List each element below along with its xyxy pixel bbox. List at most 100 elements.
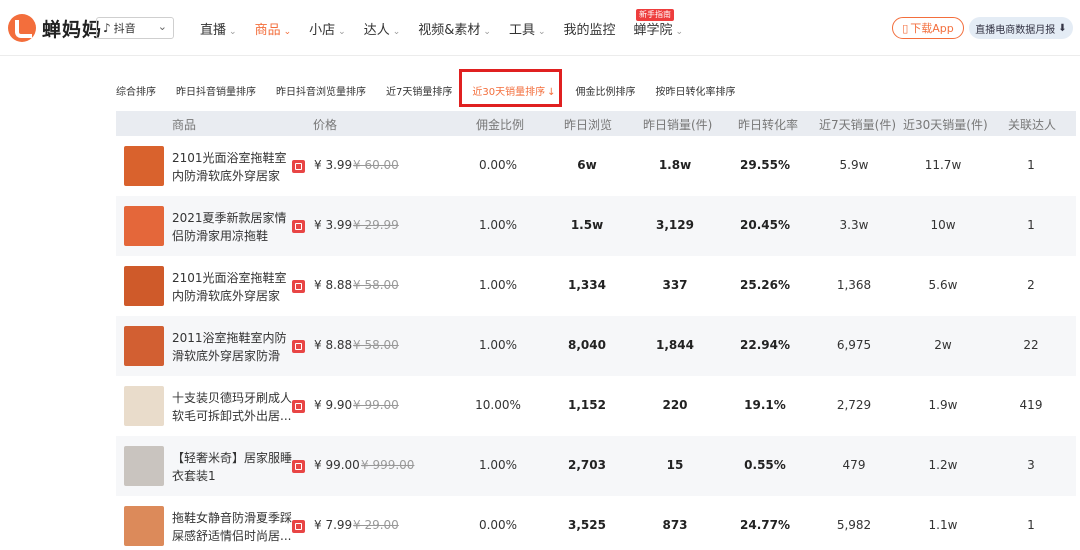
cell-sales: 1,844 (656, 338, 694, 352)
sort-tabs: 综合排序 昨日抖音销量排序 昨日抖音浏览量排序 近7天销量排序 近30天销量排序 ↓ 佣金比… (116, 72, 756, 108)
original-price: ¥ 999.00 (361, 458, 415, 472)
original-price: ¥ 99.00 (353, 398, 399, 412)
sort-tab-5[interactable]: 佣金比例排序 (576, 83, 636, 98)
nav-item-1[interactable]: 商品 ⌄ (255, 19, 292, 38)
product-thumbnail[interactable] (124, 506, 164, 546)
cell-sales-30d: 10w (930, 218, 956, 232)
nav-item-7[interactable]: 蝉学院 ⌄ (634, 19, 684, 38)
platform-select[interactable]: ♪ 抖音 ⌄ (96, 17, 174, 39)
cell-sales-7d: 3.3w (839, 218, 869, 232)
logo-text: 蝉妈妈 (42, 18, 103, 41)
new-user-badge: 新手指南 (636, 9, 674, 21)
column-header-6[interactable]: 近7天销量(件) (819, 116, 896, 133)
product-name-link[interactable]: 2101光面浴室拖鞋室内防滑软底外穿居家防... (172, 149, 292, 187)
product-thumbnail[interactable] (124, 266, 164, 306)
phone-icon: ▯ (902, 21, 909, 35)
nav-item-0[interactable]: 直播 ⌄ (200, 19, 237, 38)
shop-bag-icon[interactable] (292, 520, 305, 533)
nav-item-label: 蝉学院 (633, 22, 673, 38)
product-thumbnail[interactable] (124, 206, 164, 246)
column-header-4[interactable]: 昨日销量(件) (643, 116, 712, 133)
shop-bag-icon[interactable] (292, 280, 305, 293)
product-name-link[interactable]: 2021夏季新款居家情侣防滑家用凉拖鞋【03... (172, 209, 292, 247)
sort-tab-label: 综合排序 (116, 86, 156, 98)
nav-item-label: 视频&素材 (418, 22, 481, 38)
monthly-report-button[interactable]: 直播电商数据月报 ⬇ (969, 17, 1073, 39)
shop-bag-icon[interactable] (292, 220, 305, 233)
nav-item-label: 直播 (200, 22, 227, 38)
product-name-link[interactable]: 拖鞋女静音防滑夏季踩屎感舒适情侣时尚居... (172, 509, 292, 547)
cell-views: 6w (577, 158, 597, 172)
current-price: ¥ 3.99 (314, 218, 353, 232)
cell-sales-30d: 1.2w (928, 458, 958, 472)
current-price: ¥ 8.88 (314, 338, 353, 352)
sort-tab-3[interactable]: 近7天销量排序 (386, 83, 452, 98)
product-name-link[interactable]: 2101光面浴室拖鞋室内防滑软底外穿居家防... (172, 269, 292, 307)
logo[interactable]: 蝉妈妈 (8, 12, 102, 44)
cell-commission: 0.00% (478, 518, 518, 532)
column-header-7[interactable]: 近30天销量(件) (903, 116, 988, 133)
cell-commission: 0.00% (478, 158, 518, 172)
cell-views: 8,040 (568, 338, 606, 352)
column-header-2[interactable]: 佣金比例 (476, 116, 524, 133)
cell-conversion: 20.45% (740, 218, 790, 232)
nav-item-3[interactable]: 达人 ⌄ (364, 19, 401, 38)
table-row[interactable]: 2101光面浴室拖鞋室内防滑软底外穿居家防... ¥ 3.99¥ 60.00 0.0… (116, 136, 1076, 196)
download-app-label: 下载App (910, 22, 954, 35)
product-thumbnail[interactable] (124, 446, 164, 486)
nav-item-2[interactable]: 小店 ⌄ (309, 19, 346, 38)
product-name-link[interactable]: 十支装贝德玛牙刷成人软毛可拆卸式外出居... (172, 389, 292, 427)
column-header-0: 商品 (172, 118, 197, 132)
nav-item-5[interactable]: 工具 ⌄ (509, 19, 546, 38)
cell-kols: 2 (1027, 278, 1035, 292)
cell-conversion: 19.1% (744, 398, 786, 412)
column-header-3[interactable]: 昨日浏览 (564, 116, 612, 133)
cell-sales: 220 (662, 398, 688, 412)
cell-commission: 1.00% (478, 338, 518, 352)
cell-views: 1,152 (568, 398, 606, 412)
cell-sales: 15 (666, 458, 684, 472)
shop-bag-icon[interactable] (292, 460, 305, 473)
table-row[interactable]: 2101光面浴室拖鞋室内防滑软底外穿居家防... ¥ 8.88¥ 58.00 1.0… (116, 256, 1076, 316)
chevron-down-icon: ⌄ (157, 20, 167, 33)
sort-tab-1[interactable]: 昨日抖音销量排序 (176, 83, 256, 98)
table-row[interactable]: 十支装贝德玛牙刷成人软毛可拆卸式外出居... ¥ 9.90 ¥ 99.00 10.00… (116, 376, 1076, 436)
original-price: ¥ 29.00 (353, 518, 399, 532)
nav-item-label: 商品 (254, 22, 281, 38)
cell-kols: 1 (1027, 158, 1035, 172)
tiktok-icon: ♪ (103, 21, 111, 35)
platform-label: 抖音 (113, 22, 136, 35)
sort-tab-6[interactable]: 按昨日转化率排序 (656, 83, 736, 98)
shop-bag-icon[interactable] (292, 160, 305, 173)
product-thumbnail[interactable] (124, 326, 164, 366)
logo-icon (8, 14, 36, 42)
sort-tab-label: 按昨日转化率排序 (655, 86, 736, 98)
table-row[interactable]: 2011浴室拖鞋室内防滑软底外穿居家防滑防... ¥ 8.88¥ 58.00 1.0… (116, 316, 1076, 376)
current-price: ¥ 8.88 (314, 278, 353, 292)
cell-sales-7d: 2,729 (836, 398, 872, 412)
product-thumbnail[interactable] (124, 146, 164, 186)
cell-sales-7d: 5,982 (836, 518, 872, 532)
nav-item-6[interactable]: 我的监控 (564, 19, 616, 38)
sort-tab-2[interactable]: 昨日抖音浏览量排序 (276, 83, 366, 98)
column-header-5[interactable]: 昨日转化率 (738, 116, 798, 133)
cell-commission: 1.00% (478, 458, 518, 472)
cell-views: 2,703 (568, 458, 606, 472)
table-row[interactable]: 【轻奢米奇】居家服睡衣套装1 ¥ 99.00 ¥ 999.00 1.00% 2,703 1… (116, 436, 1076, 496)
shop-bag-icon[interactable] (292, 400, 305, 413)
product-name-link[interactable]: 【轻奢米奇】居家服睡衣套装1 (172, 449, 292, 487)
nav-item-label: 小店 (309, 22, 336, 38)
table-row[interactable]: 2021夏季新款居家情侣防滑家用凉拖鞋【03... ¥ 3.99¥ 29.99 1.… (116, 196, 1076, 256)
cell-views: 1,334 (568, 278, 606, 292)
nav-item-4[interactable]: 视频&素材 ⌄ (418, 19, 491, 38)
table-row[interactable]: 拖鞋女静音防滑夏季踩屎感舒适情侣时尚居... ¥ 7.99 ¥ 29.00 0.00%… (116, 496, 1076, 550)
sort-tab-0[interactable]: 综合排序 (116, 83, 156, 98)
cell-sales-30d: 11.7w (924, 158, 962, 172)
nav-item-label: 达人 (363, 22, 390, 38)
download-app-button[interactable]: ▯ 下载App (892, 17, 964, 39)
shop-bag-icon[interactable] (292, 340, 305, 353)
product-name-link[interactable]: 2011浴室拖鞋室内防滑软底外穿居家防滑防... (172, 329, 292, 367)
column-header-8[interactable]: 关联达人 (1008, 116, 1056, 133)
nav-item-label: 工具 (508, 22, 535, 38)
product-thumbnail[interactable] (124, 386, 164, 426)
